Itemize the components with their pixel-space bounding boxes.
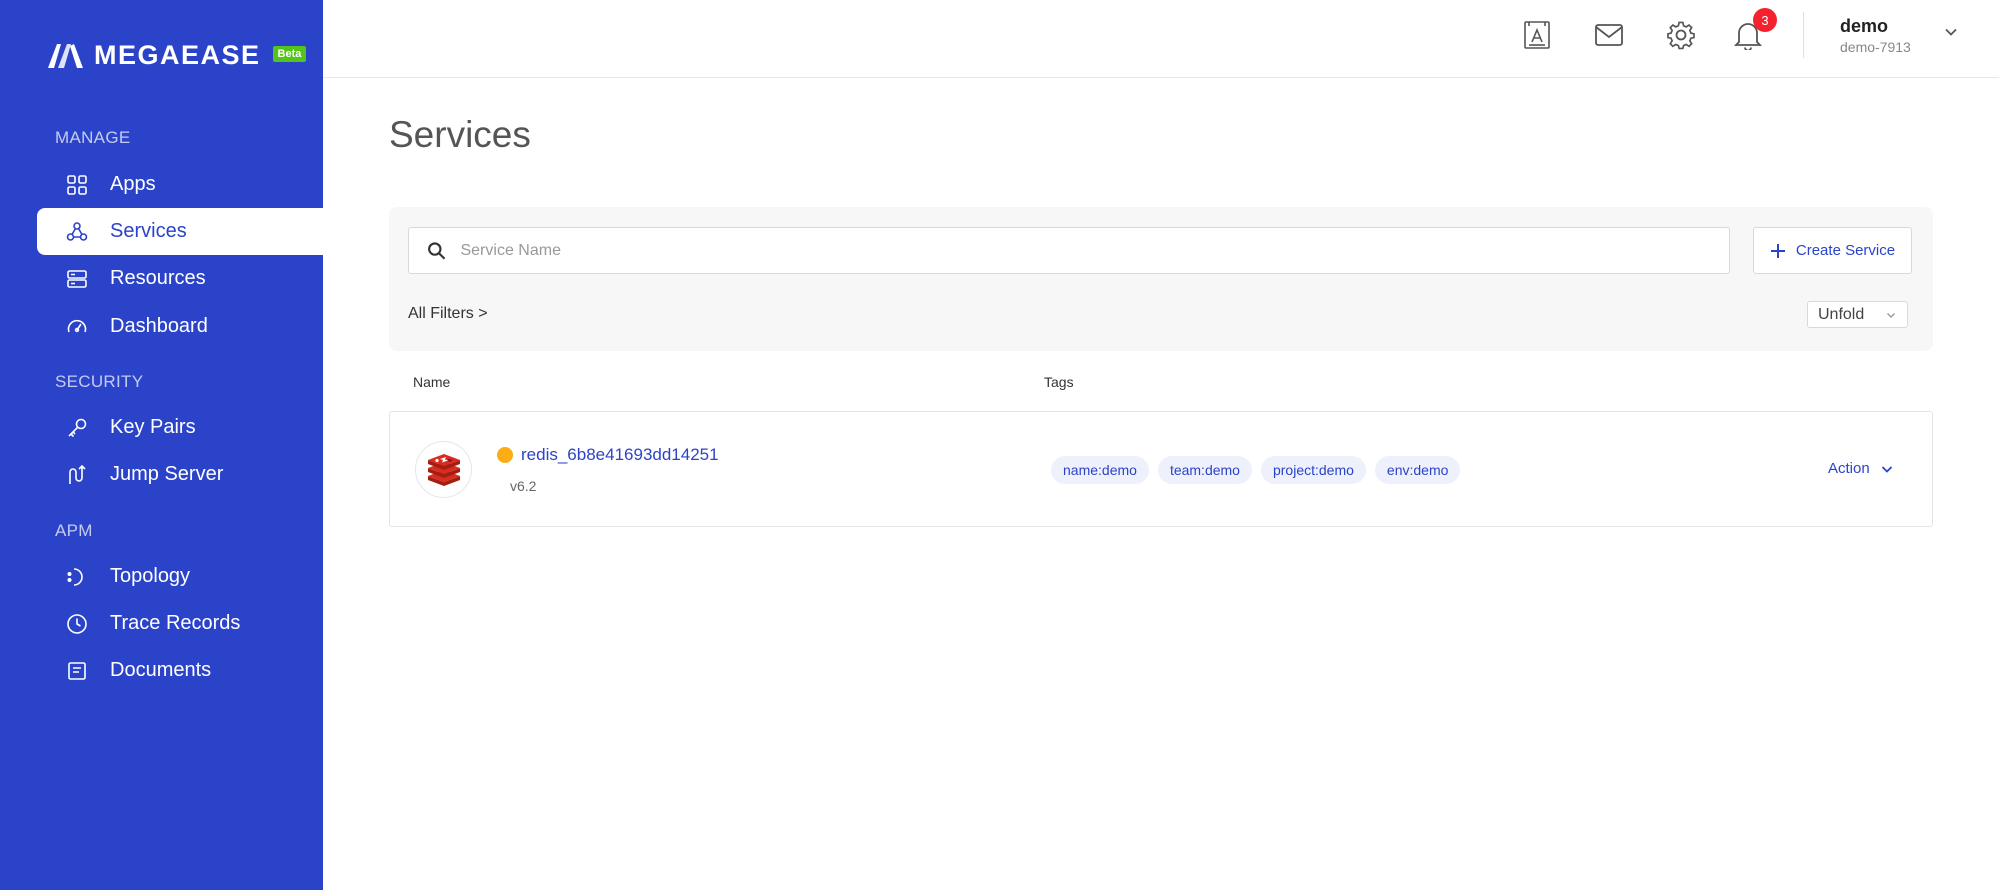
user-menu-toggle[interactable]: [1943, 24, 1959, 45]
search-box[interactable]: [408, 227, 1730, 274]
tag-chip: name:demo: [1051, 456, 1149, 484]
sidebar-item-label: Dashboard: [110, 315, 208, 337]
sidebar-item-label: Apps: [110, 173, 156, 195]
plus-icon: [1770, 243, 1785, 258]
beta-badge: Beta: [272, 46, 307, 62]
sidebar: MEGAEASE Beta MANAGE Apps Services Resou…: [0, 0, 323, 890]
jump-server-icon: [69, 464, 86, 484]
services-icon: [66, 221, 88, 241]
messages-button[interactable]: [1593, 19, 1625, 51]
page-title: Services: [389, 114, 531, 155]
user-menu[interactable]: demo demo-7913: [1840, 16, 1911, 55]
sidebar-item-label: Services: [110, 220, 187, 242]
top-header: 3 demo demo-7913: [323, 0, 1999, 78]
create-service-button[interactable]: Create Service: [1753, 227, 1912, 274]
brand-logo[interactable]: MEGAEASE Beta: [48, 39, 307, 70]
sidebar-item-label: Documents: [110, 659, 212, 681]
section-title-apm: APM: [55, 521, 93, 540]
all-filters-link[interactable]: All Filters >: [408, 305, 488, 323]
dashboard-gauge-icon: [67, 319, 87, 332]
mail-icon: [1595, 24, 1623, 46]
settings-button[interactable]: [1665, 19, 1697, 51]
sidebar-item-documents[interactable]: Documents: [37, 647, 323, 694]
filter-panel: Create Service All Filters > Unfold: [389, 207, 1933, 351]
app-root: MEGAEASE Beta MANAGE Apps Services Resou…: [0, 0, 1999, 890]
redis-icon: [427, 453, 460, 486]
column-header-tags: Tags: [1044, 374, 1074, 390]
sidebar-item-services[interactable]: Services: [37, 208, 323, 255]
search-input[interactable]: [460, 241, 1729, 260]
unfold-select-value: Unfold: [1818, 305, 1865, 323]
document-icon: [68, 661, 86, 680]
unfold-select[interactable]: Unfold: [1807, 301, 1908, 328]
sidebar-item-resources[interactable]: Resources: [37, 255, 323, 302]
sidebar-item-jump-server[interactable]: Jump Server: [37, 451, 323, 498]
resources-icon: [67, 269, 87, 288]
user-name: demo: [1840, 16, 1889, 36]
docs-book-button[interactable]: [1521, 19, 1553, 51]
section-title-security: SECURITY: [55, 372, 144, 391]
tag-chip: project:demo: [1260, 456, 1366, 484]
key-icon: [68, 418, 87, 437]
service-version: v6.2: [510, 478, 537, 494]
header-divider: [1803, 12, 1804, 58]
megaease-logo-icon: [48, 44, 83, 68]
tag-chip: env:demo: [1374, 456, 1461, 484]
notifications-button[interactable]: 3: [1732, 8, 1777, 51]
chevron-down-icon: [1887, 312, 1895, 318]
gear-icon: [1667, 21, 1695, 50]
clock-icon: [67, 613, 87, 634]
create-service-label: Create Service: [1795, 242, 1896, 259]
book-letter-icon: [1524, 21, 1550, 49]
sidebar-item-dashboard[interactable]: Dashboard: [37, 303, 323, 350]
redis-logo: [415, 441, 472, 498]
action-label: Action: [1828, 460, 1870, 477]
service-status-dot: [497, 447, 513, 463]
sidebar-item-topology[interactable]: Topology: [37, 553, 323, 600]
section-title-manage: MANAGE: [55, 128, 131, 147]
apps-grid-icon: [67, 174, 87, 195]
notification-count-badge: 3: [1753, 8, 1777, 32]
sidebar-item-label: Resources: [110, 267, 206, 289]
service-row[interactable]: redis_6b8e41693dd14251 v6.2 name:demo te…: [389, 411, 1933, 527]
column-header-name: Name: [413, 374, 451, 390]
sidebar-item-label: Trace Records: [110, 612, 241, 634]
sidebar-item-key-pairs[interactable]: Key Pairs: [37, 404, 323, 451]
service-action-dropdown[interactable]: Action: [1828, 460, 1894, 477]
service-tags: name:demo team:demo project:demo env:dem…: [1051, 456, 1461, 484]
chevron-down-icon: [1945, 28, 1957, 36]
sidebar-item-label: Topology: [110, 565, 191, 587]
sidebar-item-trace-records[interactable]: Trace Records: [37, 600, 323, 647]
sidebar-item-label: Key Pairs: [110, 416, 196, 438]
sidebar-item-apps[interactable]: Apps: [37, 161, 323, 208]
search-icon: [428, 241, 446, 260]
tag-chip: team:demo: [1157, 456, 1252, 484]
chevron-down-icon: [1881, 465, 1892, 473]
brand-name: MEGAEASE: [94, 39, 261, 70]
sidebar-item-label: Jump Server: [110, 463, 224, 485]
service-name-link[interactable]: redis_6b8e41693dd14251: [521, 445, 719, 465]
topology-icon: [67, 567, 83, 586]
user-id: demo-7913: [1840, 39, 1911, 55]
